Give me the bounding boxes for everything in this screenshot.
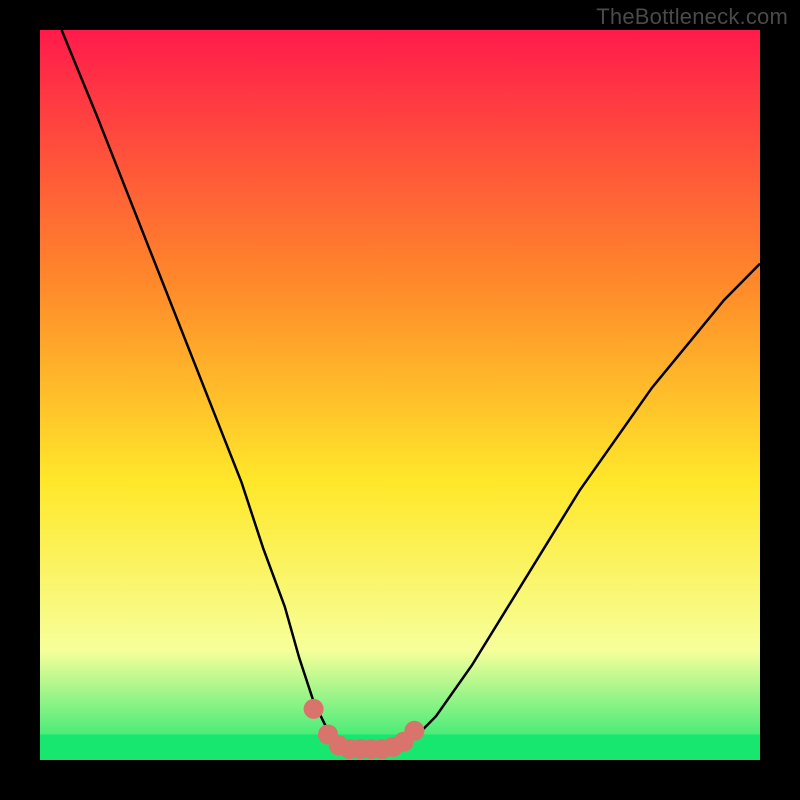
flat-marker-dot: [304, 699, 324, 719]
bottleneck-chart: [40, 30, 760, 760]
chart-frame: [40, 30, 760, 760]
gradient-background: [40, 30, 760, 760]
flat-marker-dot: [404, 721, 424, 741]
watermark-text: TheBottleneck.com: [596, 4, 788, 30]
